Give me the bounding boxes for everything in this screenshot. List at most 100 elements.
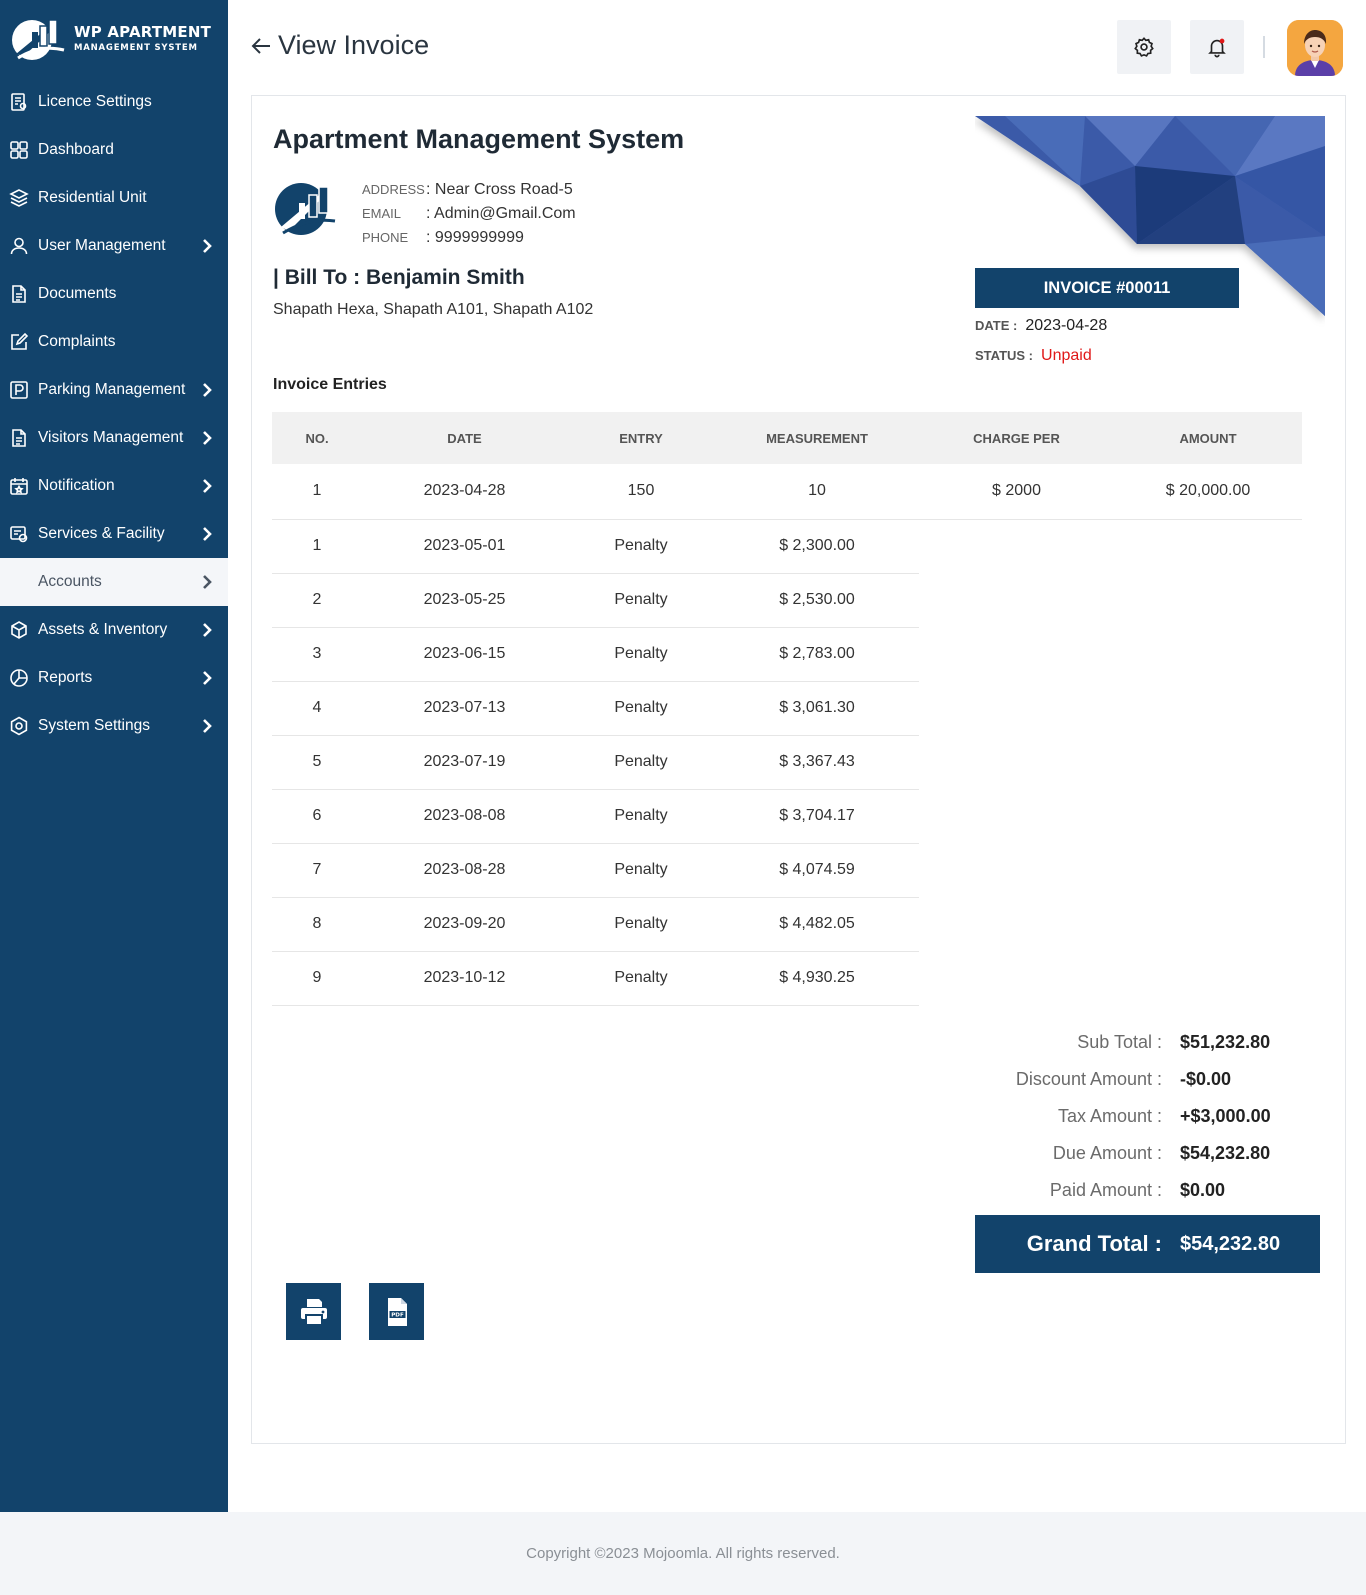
print-button[interactable] [286, 1283, 341, 1340]
empty-cell [919, 573, 1114, 627]
table-row: 1 2023-05-01 Penalty $ 2,300.00 [272, 519, 1302, 574]
empty-cell [919, 735, 1114, 789]
back-button[interactable]: View Invoice [250, 30, 429, 61]
building-logo-icon [12, 19, 65, 60]
avatar[interactable] [1287, 20, 1343, 76]
table-cell: $ 3,061.30 [715, 681, 919, 736]
discount-row: Discount Amount : -$0.00 [975, 1061, 1320, 1098]
table-row: 3 2023-06-15 Penalty $ 2,783.00 [272, 627, 1302, 682]
total-value: -$0.00 [1180, 1069, 1232, 1089]
total-label: Discount Amount : [1015, 1069, 1162, 1089]
table-cell: 8 [272, 897, 362, 952]
user-avatar-icon [1287, 20, 1343, 76]
column-header: CHARGE PER [973, 430, 1060, 446]
invoice-entries-title: Invoice Entries [273, 376, 387, 393]
sidebar-item-label: Complaints [38, 333, 116, 350]
chevron-right-icon [203, 623, 212, 637]
table-cell: Penalty [567, 897, 715, 952]
company-address-block: ADDRESS: Near Cross Road-5 EMAIL: Admin@… [362, 178, 576, 250]
table-cell: 6 [272, 789, 362, 844]
sidebar-item-accounts[interactable]: Accounts [0, 558, 228, 606]
chevron-right-icon [203, 527, 212, 541]
table-cell: $ 2,530.00 [715, 573, 919, 628]
column-header: ENTRY [619, 430, 663, 446]
sidebar-item-label: Licence Settings [38, 93, 152, 110]
empty-cell [919, 627, 1114, 681]
sidebar-item-parking-management[interactable]: Parking Management [0, 366, 228, 414]
sidebar-item-system-settings[interactable]: System Settings [0, 702, 228, 750]
pie-icon [9, 668, 29, 688]
table-cell: 2023-05-25 [362, 573, 567, 628]
printer-icon [300, 1298, 327, 1326]
chevron-right-icon [203, 575, 212, 589]
sidebar-item-complaints[interactable]: Complaints [0, 318, 228, 366]
sidebar-item-residential-unit[interactable]: Residential Unit [0, 174, 228, 222]
sidebar-item-user-management[interactable]: User Management [0, 222, 228, 270]
table-cell: 2023-09-20 [362, 897, 567, 952]
table-row: 9 2023-10-12 Penalty $ 4,930.25 [272, 951, 1302, 1006]
table-cell: 2023-04-28 [423, 482, 506, 500]
invoice-card: Apartment Management System ADDRESS: Nea… [251, 95, 1346, 1444]
brand-logo[interactable]: WP APARTMENT MANAGEMENT SYSTEM [10, 12, 220, 64]
empty-cell [1114, 681, 1302, 735]
chevron-right-icon [203, 431, 212, 445]
invoice-entries-table: NO. DATE ENTRY MEASUREMENT CHARGE PER AM… [272, 412, 1302, 1006]
sidebar-item-services-facility[interactable]: Services & Facility [0, 510, 228, 558]
table-cell: $ 4,482.05 [715, 897, 919, 952]
table-row: 4 2023-07-13 Penalty $ 3,061.30 [272, 681, 1302, 736]
column-header: NO. [305, 430, 329, 446]
table-cell: $ 20,000.00 [1165, 482, 1251, 500]
table-cell: 2023-07-19 [362, 735, 567, 790]
chevron-right-icon [203, 479, 212, 493]
sidebar-item-label: Notification [38, 477, 115, 494]
sidebar-nav: Licence Settings Dashboard Residential U… [0, 78, 228, 750]
table-cell: 3 [272, 627, 362, 682]
total-value: $0.00 [1180, 1180, 1226, 1200]
table-cell: $ 2000 [992, 482, 1041, 500]
table-cell: 2 [272, 573, 362, 628]
dashboard-icon [9, 140, 29, 160]
box-icon [9, 620, 29, 640]
sidebar-item-visitors-management[interactable]: Visitors Management [0, 414, 228, 462]
chevron-right-icon [203, 719, 212, 733]
copyright-text: Copyright ©2023 Mojoomla. All rights res… [526, 1545, 840, 1562]
sidebar-item-licence-settings[interactable]: Licence Settings [0, 78, 228, 126]
sidebar-item-label: Services & Facility [38, 525, 165, 542]
subtotal-row: Sub Total : $51,232.80 [975, 1024, 1320, 1061]
table-row: 2 2023-05-25 Penalty $ 2,530.00 [272, 573, 1302, 628]
table-cell: Penalty [567, 573, 715, 628]
table-cell: 1 [312, 482, 322, 500]
settings-button[interactable] [1117, 20, 1171, 74]
grand-total-value: $54,232.80 [1180, 1232, 1281, 1255]
notifications-button[interactable] [1190, 20, 1244, 74]
user-icon [9, 236, 29, 256]
table-cell: 2023-08-08 [362, 789, 567, 844]
table-cell: Penalty [567, 843, 715, 898]
table-cell: $ 2,783.00 [715, 627, 919, 682]
sidebar-item-dashboard[interactable]: Dashboard [0, 126, 228, 174]
chevron-right-icon [203, 383, 212, 397]
table-cell: 2023-06-15 [362, 627, 567, 682]
bell-icon [1208, 38, 1226, 58]
sidebar-item-documents[interactable]: Documents [0, 270, 228, 318]
sidebar-item-assets-inventory[interactable]: Assets & Inventory [0, 606, 228, 654]
pdf-download-button[interactable]: PDF [369, 1283, 424, 1340]
sidebar-item-label: Parking Management [38, 381, 186, 398]
sidebar-item-label: Visitors Management [38, 429, 184, 446]
date-value: 2023-04-28 [1025, 317, 1108, 334]
table-cell: $ 4,074.59 [715, 843, 919, 898]
sidebar-item-notification[interactable]: Notification [0, 462, 228, 510]
table-cell: $ 2,300.00 [715, 519, 919, 574]
phone-value: 9999999999 [434, 229, 524, 246]
svg-text:PDF: PDF [391, 1312, 404, 1318]
pdf-file-icon: PDF [387, 1297, 407, 1326]
table-cell: 2023-05-01 [362, 519, 567, 574]
phone-label: PHONE [362, 230, 409, 245]
arrow-left-icon [251, 37, 270, 54]
table-header-row: NO. DATE ENTRY MEASUREMENT CHARGE PER AM… [272, 412, 1302, 464]
grand-total-bar: Grand Total : $54,232.80 [975, 1215, 1320, 1273]
header-divider [1263, 36, 1265, 58]
total-label: Paid Amount : [1049, 1180, 1162, 1200]
sidebar-item-reports[interactable]: Reports [0, 654, 228, 702]
total-value: $51,232.80 [1180, 1032, 1271, 1052]
